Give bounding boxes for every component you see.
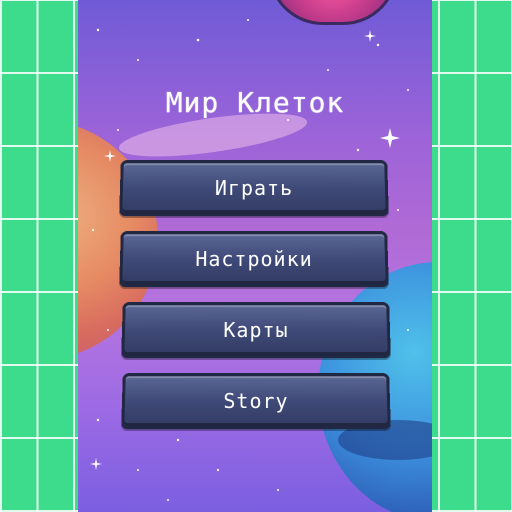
game-title: Мир Клеток xyxy=(165,86,345,119)
story-button[interactable]: Story xyxy=(121,373,391,430)
main-menu-screen: Мир Клеток Играть Настройки Карты Story xyxy=(78,0,432,512)
main-menu: Играть Настройки Карты Story xyxy=(119,160,391,444)
play-button[interactable]: Играть xyxy=(119,160,389,217)
left-grid-panel xyxy=(0,0,78,512)
settings-button[interactable]: Настройки xyxy=(119,231,389,288)
maps-button[interactable]: Карты xyxy=(121,302,391,359)
right-grid-panel xyxy=(432,0,512,512)
